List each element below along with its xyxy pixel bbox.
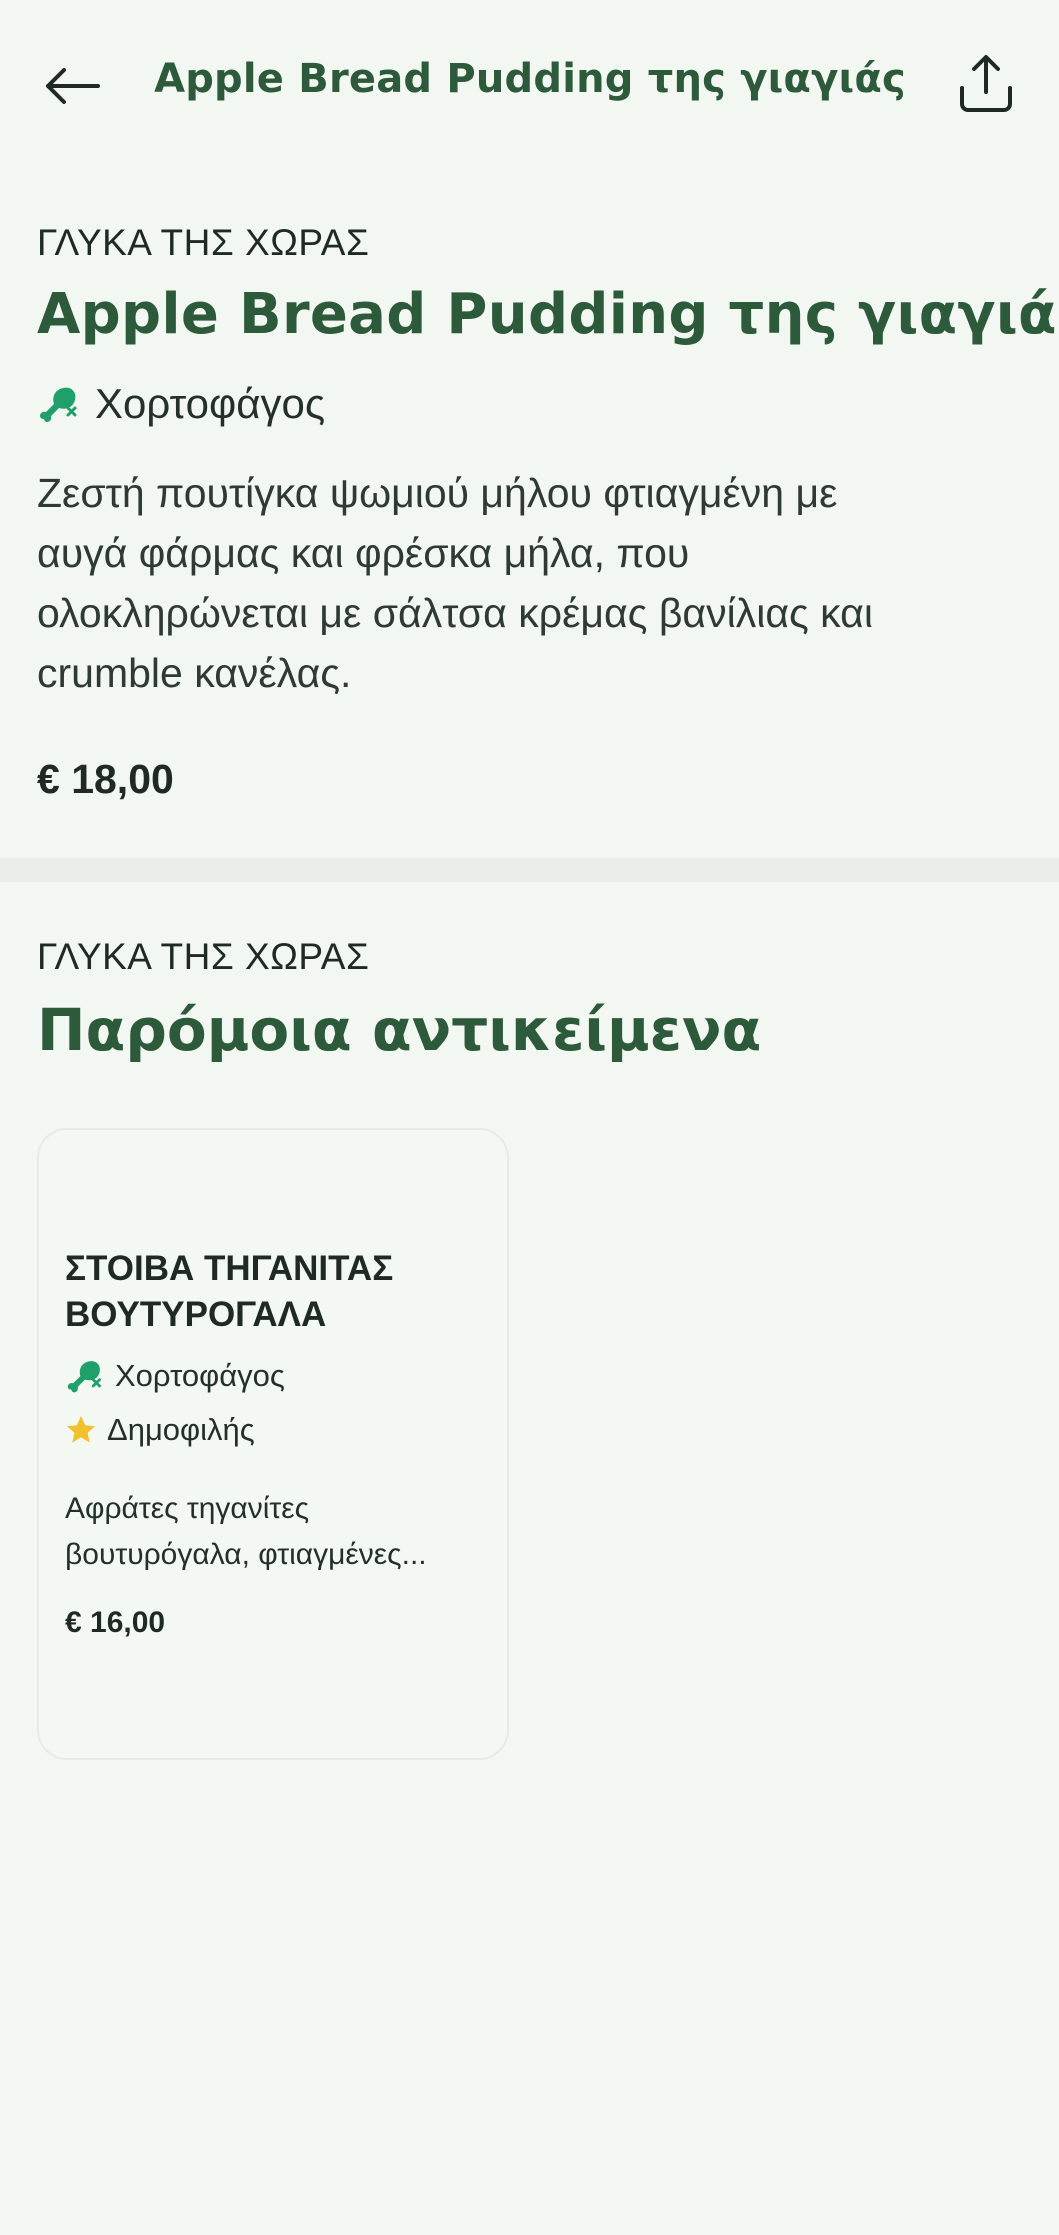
card-name-line: ΒΟΥΤΥΡΟΓΑΛΑ — [65, 1295, 327, 1334]
card-tag-label: Χορτοφάγος — [115, 1358, 285, 1393]
similar-item-card[interactable]: ΣΤΟΙΒΑ ΤΗΓΑΝΙΤΑΣ ΒΟΥΤΥΡΟΓΑΛΑ Χορτοφάγος … — [37, 1128, 509, 1760]
item-title-wrap: Apple Bread Pudding της γιαγιάς — [37, 282, 1059, 347]
item-title: Apple Bread Pudding της γιαγιάς — [37, 282, 1059, 347]
top-bar: Apple Bread Pudding της γιαγιάς — [0, 0, 1059, 165]
vegetarian-drumstick-icon — [40, 387, 77, 422]
arrow-left-icon — [46, 68, 100, 104]
similar-category-wrap: ΓΛΥΚΑ ΤΗΣ ΧΩΡΑΣ — [37, 936, 1022, 978]
back-button[interactable] — [38, 52, 106, 120]
card-tag-label: Δημοφιλής — [107, 1412, 255, 1447]
item-description-line: αυγά φάρμας και φρέσκα μήλα, που — [37, 530, 690, 576]
star-icon — [67, 1416, 95, 1443]
similar-title-wrap: Παρόμοια αντικείμενα — [37, 996, 1022, 1064]
item-description-line: Ζεστή πουτίγκα ψωμιού μήλου φτιαγμένη με — [37, 470, 838, 516]
item-details: ΓΛΥΚΑ ΤΗΣ ΧΩΡΑΣ — [37, 222, 1022, 264]
item-description-line: crumble κανέλας. — [37, 650, 352, 696]
item-price: € 18,00 — [37, 756, 174, 802]
card-description-line: βουτυρόγαλα, φτιαγμένες... — [65, 1538, 427, 1571]
card-name: ΣΤΟΙΒΑ ΤΗΓΑΝΙΤΑΣ ΒΟΥΤΥΡΟΓΑΛΑ — [65, 1246, 485, 1338]
item-description-line: ολοκληρώνεται με σάλτσα κρέμας βανίλιας … — [37, 590, 873, 636]
item-tag-label: Χορτοφάγος — [95, 380, 326, 427]
card-price: € 16,00 — [65, 1606, 166, 1639]
card-tag-vegetarian: Χορτοφάγος — [65, 1356, 285, 1396]
vegetarian-drumstick-icon — [67, 1361, 101, 1393]
card-description-line: Αφράτες τηγανίτες — [65, 1492, 310, 1525]
card-name-line: ΣΤΟΙΒΑ ΤΗΓΑΝΙΤΑΣ — [65, 1249, 394, 1288]
item-category: ΓΛΥΚΑ ΤΗΣ ΧΩΡΑΣ — [37, 222, 370, 263]
share-icon — [960, 55, 1012, 112]
card-tag-popular: Δημοφιλής — [65, 1412, 255, 1448]
card-description: Αφράτες τηγανίτες βουτυρόγαλα, φτιαγμένε… — [65, 1486, 485, 1578]
section-divider — [0, 858, 1059, 882]
share-button[interactable] — [950, 48, 1022, 120]
similar-title: Παρόμοια αντικείμενα — [37, 996, 762, 1064]
item-tag: Χορτοφάγος — [37, 380, 1022, 428]
item-description: Ζεστή πουτίγκα ψωμιού μήλου φτιαγμένη με… — [37, 463, 1022, 703]
header-title: Apple Bread Pudding της γιαγιάς — [154, 56, 906, 102]
similar-category: ΓΛΥΚΑ ΤΗΣ ΧΩΡΑΣ — [37, 936, 370, 977]
